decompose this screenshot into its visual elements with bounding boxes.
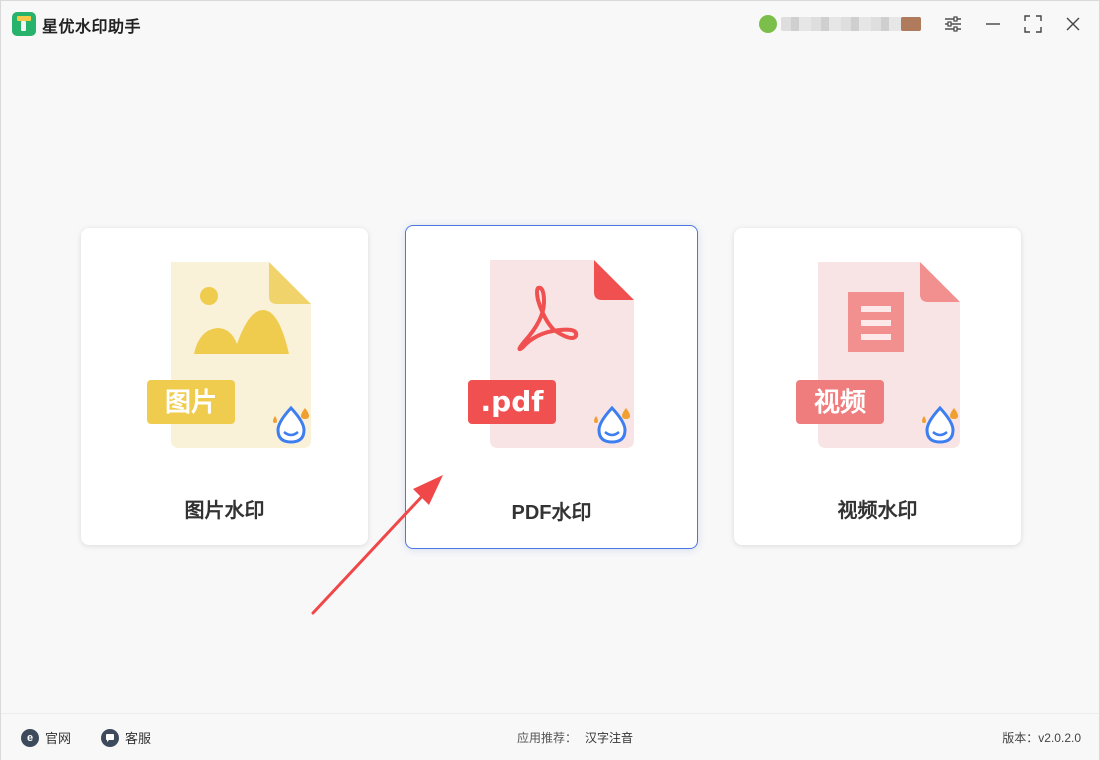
image-file-icon: 图片 xyxy=(139,258,319,458)
close-button[interactable] xyxy=(1061,12,1085,36)
version-text: 版本：v2.0.2.0 xyxy=(1002,731,1081,745)
image-badge-text: 图片 xyxy=(165,388,217,418)
video-badge-text: 视频 xyxy=(814,388,866,418)
website-label: 官网 xyxy=(45,731,72,746)
guide-arrow-icon xyxy=(301,461,461,626)
maximize-button[interactable] xyxy=(1021,12,1045,36)
user-name-blurred xyxy=(781,17,921,31)
close-icon xyxy=(1065,16,1081,32)
title-bar: 星优水印助手 xyxy=(1,1,1099,47)
app-logo-icon xyxy=(12,12,36,36)
user-account[interactable] xyxy=(755,13,921,35)
recommend-prefix: 应用推荐： xyxy=(517,731,578,745)
website-link[interactable]: e 官网 xyxy=(21,728,71,747)
app-recommendation: 应用推荐： 汉字注音 xyxy=(517,729,633,746)
support-link[interactable]: 客服 xyxy=(101,728,151,747)
recommended-app-link[interactable]: 汉字注音 xyxy=(585,731,633,745)
app-window: 星优水印助手 图片 图片水印 .pdf PDF水印 视频 视频水印 e 官网 客… xyxy=(0,0,1100,760)
video-file-icon: 视频 xyxy=(792,258,972,458)
minimize-icon xyxy=(985,16,1001,32)
minimize-button[interactable] xyxy=(981,12,1005,36)
sliders-icon xyxy=(944,16,962,32)
browser-icon: e xyxy=(21,728,39,747)
footer-bar: e 官网 客服 应用推荐： 汉字注音 版本：v2.0.2.0 xyxy=(1,713,1099,760)
fullscreen-icon xyxy=(1024,15,1042,33)
avatar xyxy=(759,15,777,33)
settings-button[interactable] xyxy=(941,12,965,36)
pdf-badge-text: .pdf xyxy=(481,385,545,418)
pdf-file-icon: .pdf xyxy=(466,258,646,458)
app-title: 星优水印助手 xyxy=(42,19,142,36)
chat-bubble-icon xyxy=(101,728,119,747)
video-watermark-label: 视频水印 xyxy=(837,500,918,522)
film-strip-icon xyxy=(848,292,904,352)
support-label: 客服 xyxy=(125,731,152,746)
video-watermark-card[interactable]: 视频 视频水印 xyxy=(734,228,1021,545)
